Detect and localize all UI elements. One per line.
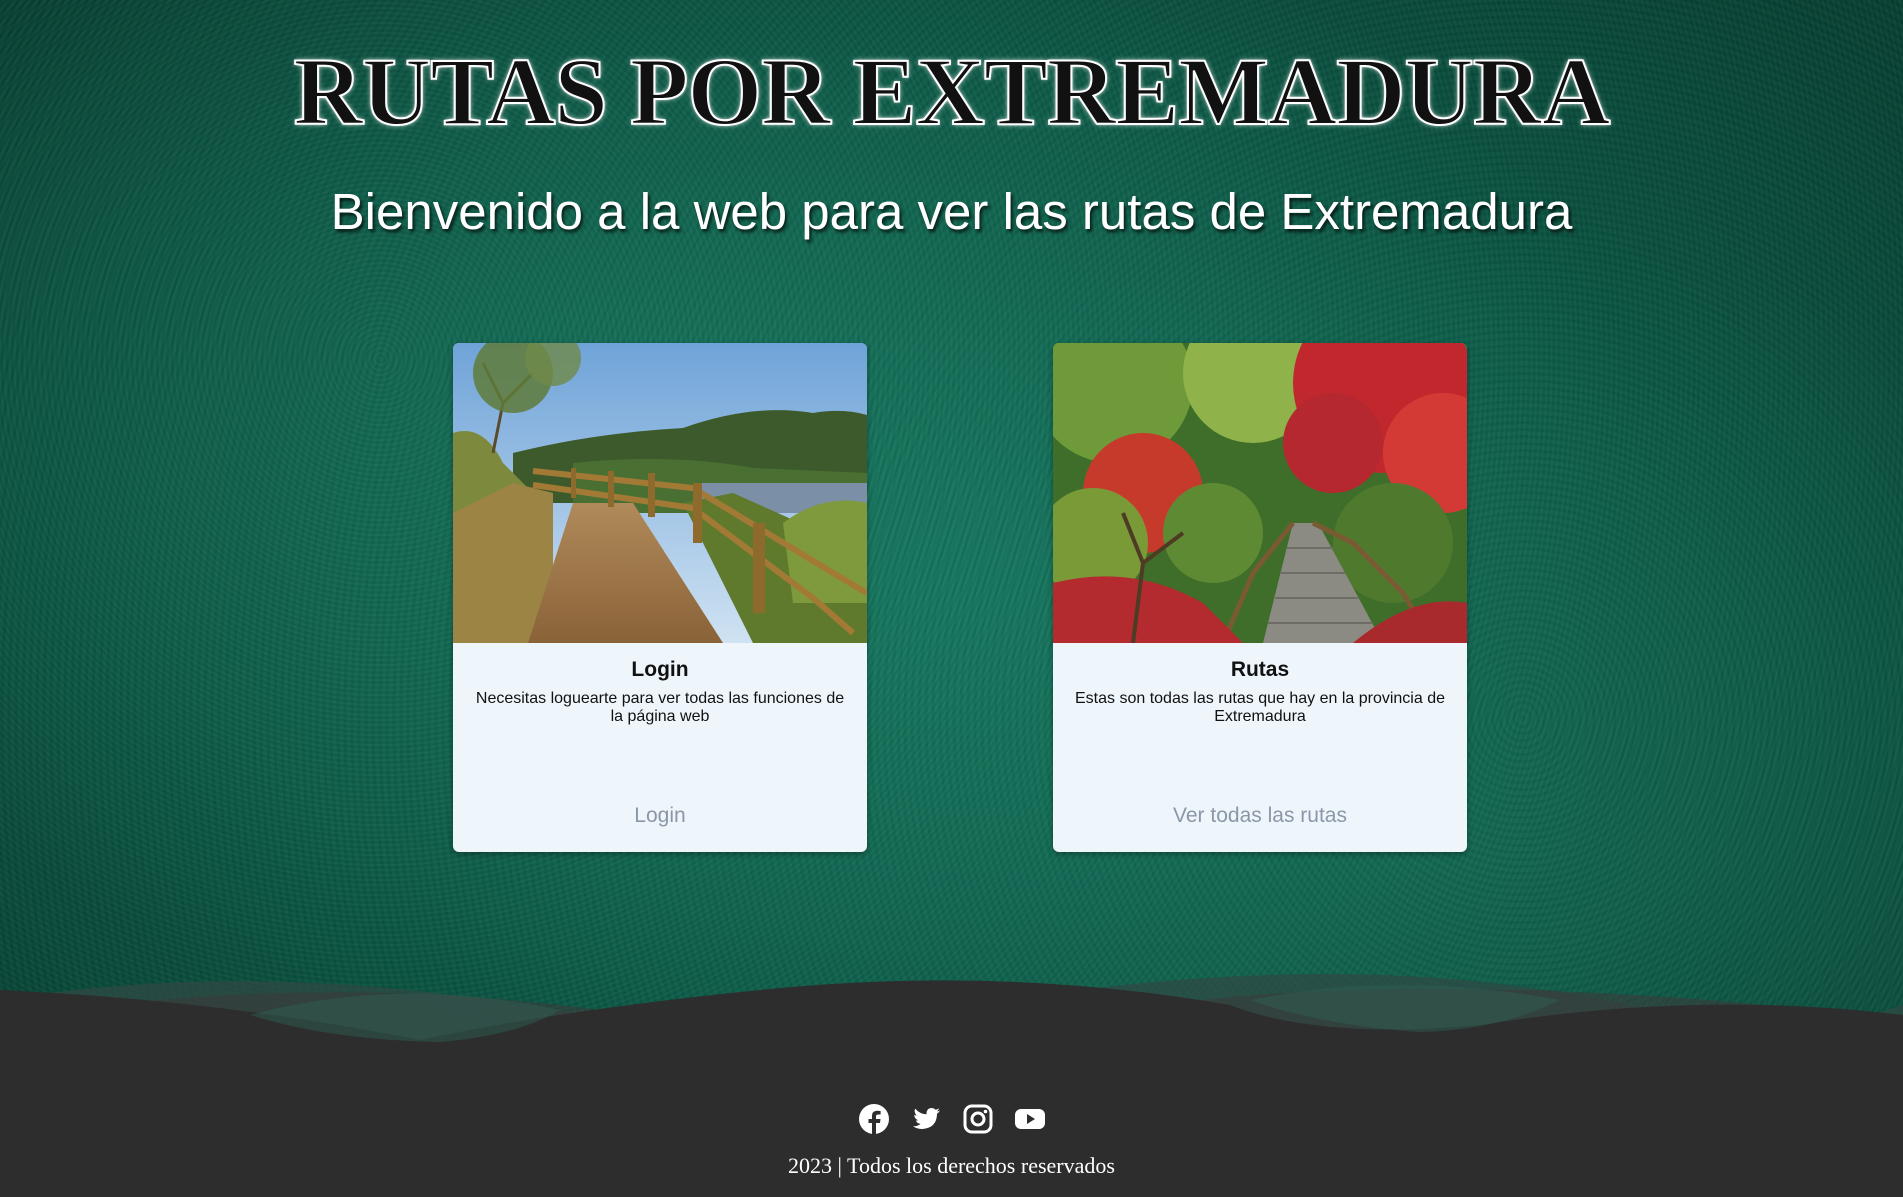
site-title: RUTAS POR EXTREMADURA (293, 38, 1612, 145)
youtube-icon[interactable] (1014, 1103, 1046, 1135)
rutas-card-image (1053, 343, 1467, 643)
login-link[interactable]: Login (453, 804, 867, 828)
login-card-title: Login (631, 658, 689, 681)
login-card-text: Necesitas loguearte para ver todas las f… (475, 690, 845, 726)
rutas-card: Rutas Estas son todas las rutas que hay … (1053, 343, 1467, 852)
twitter-icon[interactable] (910, 1103, 942, 1135)
rutas-card-title: Rutas (1230, 658, 1290, 681)
login-card-image (453, 343, 867, 643)
login-card: Login Necesitas loguearte para ver todas… (453, 343, 867, 852)
ver-rutas-link[interactable]: Ver todas las rutas (1053, 804, 1467, 828)
instagram-icon[interactable] (962, 1103, 994, 1135)
facebook-icon[interactable] (858, 1103, 890, 1135)
rutas-card-text: Estas son todas las rutas que hay en la … (1075, 690, 1445, 726)
social-links (0, 1103, 1903, 1135)
welcome-subtitle: Bienvenido a la web para ver las rutas d… (330, 183, 1573, 240)
copyright-text: 2023 | Todos los derechos reservados (788, 1153, 1115, 1178)
